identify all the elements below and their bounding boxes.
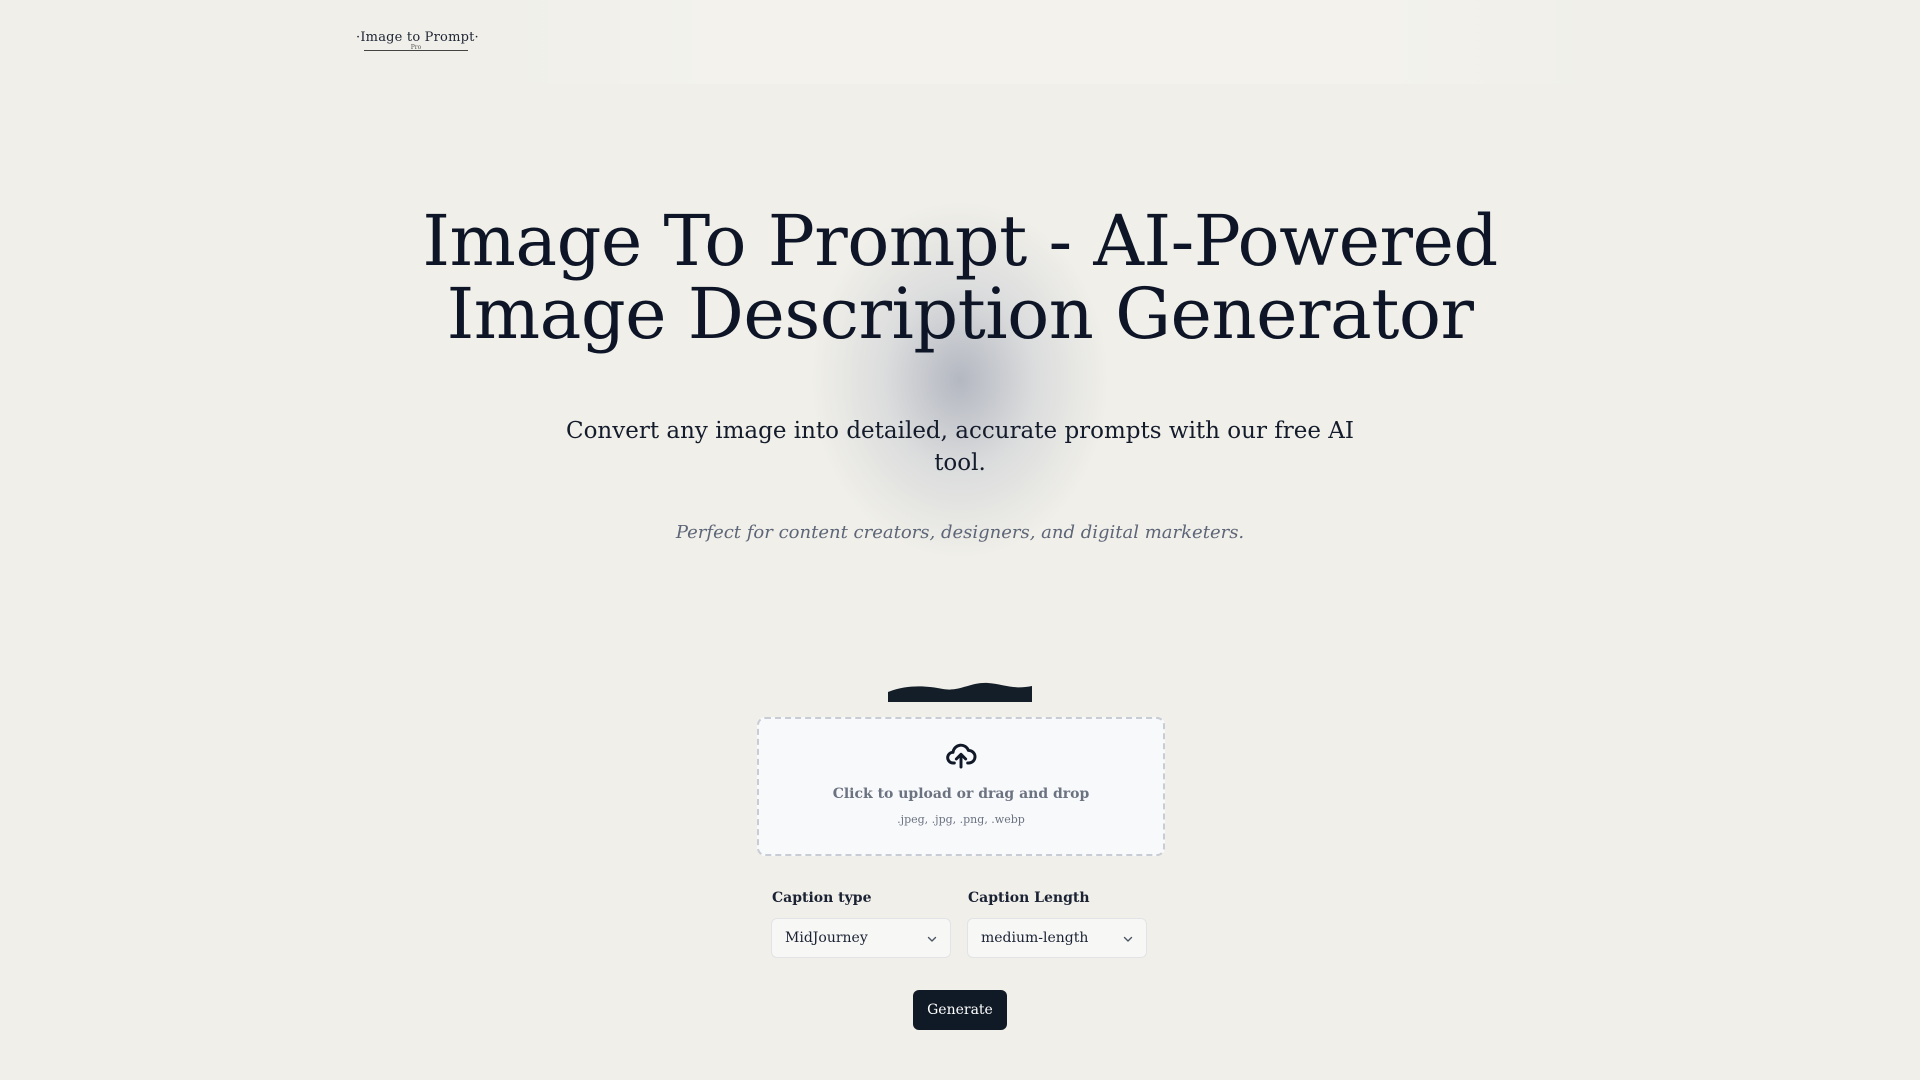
- wave-decoration: [888, 682, 1032, 702]
- page-title-line-2: Image Description Generator: [446, 273, 1474, 355]
- caption-type-value: MidJourney: [785, 930, 868, 946]
- caption-type-label: Caption type: [772, 890, 872, 906]
- caption-type-select[interactable]: MidJourney: [771, 918, 951, 958]
- generate-button[interactable]: Generate: [913, 990, 1007, 1030]
- caption-length-label: Caption Length: [968, 890, 1090, 906]
- hero-tagline: Perfect for content creators, designers,…: [675, 522, 1245, 543]
- logo-wordmark: ·Image to Prompt·: [356, 30, 479, 45]
- caption-length-value: medium-length: [981, 930, 1089, 946]
- page-title: Image To Prompt - AI-Powered Image Descr…: [360, 205, 1560, 351]
- upload-accepted-formats: .jpeg, .jpg, .png, .webp: [897, 813, 1025, 826]
- page-title-line-1: Image To Prompt - AI-Powered: [422, 200, 1498, 282]
- site-logo[interactable]: ·Image to Prompt· Pro: [356, 30, 479, 56]
- logo-subtext: Pro: [410, 44, 422, 51]
- chevron-down-icon: [927, 936, 937, 942]
- top-navigation-bar: ·Image to Prompt· Pro: [0, 0, 1920, 84]
- navbar-backdrop: [500, 0, 1600, 84]
- chevron-down-icon: [1123, 936, 1133, 942]
- cloud-upload-icon: [946, 743, 977, 769]
- upload-dropzone[interactable]: Click to upload or drag and drop .jpeg, …: [757, 717, 1165, 856]
- caption-length-select[interactable]: medium-length: [967, 918, 1147, 958]
- upload-instructions: Click to upload or drag and drop: [832, 786, 1090, 802]
- page: ·Image to Prompt· Pro Image To Prompt - …: [0, 0, 1920, 1080]
- hero-subtitle: Convert any image into detailed, accurat…: [565, 418, 1355, 476]
